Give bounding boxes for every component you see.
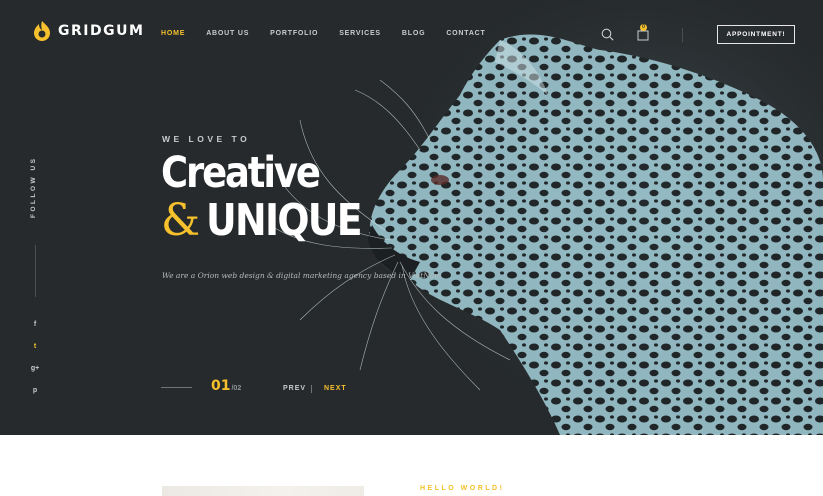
twitter-icon[interactable]: t [31, 342, 39, 350]
brand-logo[interactable]: GRIDGUM [32, 20, 144, 42]
hero-eyebrow: WE LOVE TO [162, 134, 251, 144]
header-divider [682, 28, 683, 42]
leopard-hero-image [269, 0, 823, 435]
search-icon[interactable] [601, 28, 614, 41]
google-plus-icon[interactable]: g+ [31, 364, 39, 372]
headline-line-creative: Creative [161, 148, 321, 198]
nav-item-portfolio[interactable]: PORTFOLIO [270, 30, 318, 37]
nav-item-services[interactable]: SERVICES [339, 30, 381, 37]
hero-tagline: We are a Orion web design & digital mark… [162, 271, 442, 280]
nav-item-contact[interactable]: CONTACT [446, 30, 485, 37]
nav-item-home[interactable]: HOME [161, 30, 185, 37]
hero-headline: Creative & UNIQUE [161, 148, 386, 245]
appointment-button[interactable]: APPOINTMENT! [717, 25, 795, 44]
about-image [162, 486, 364, 496]
slide-progress-line [161, 387, 192, 388]
hero-section: GRIDGUM HOME ABOUT US PORTFOLIO SERVICES… [0, 0, 823, 435]
nav-item-about-us[interactable]: ABOUT US [206, 30, 249, 37]
slide-current: 01 [211, 378, 231, 394]
hello-world-label: HELLO WORLD! [420, 485, 505, 492]
brand-name: GRIDGUM [58, 23, 145, 39]
pinterest-icon[interactable]: p [31, 386, 39, 394]
slide-counter: 01 /02 [211, 378, 241, 394]
headline-unique-word: UNIQUE [206, 195, 363, 246]
headline-line-unique: & UNIQUE [161, 197, 386, 244]
nav-item-blog[interactable]: BLOG [402, 30, 425, 37]
slider-divider [311, 385, 312, 393]
cart-count-badge: 0 [640, 24, 647, 31]
headline-ampersand: & [161, 195, 201, 246]
follow-us-label: FOLLOW US [30, 156, 37, 219]
slide-total: /02 [231, 385, 242, 392]
next-button[interactable]: NEXT [324, 385, 347, 392]
follow-divider [35, 245, 36, 297]
facebook-icon[interactable]: f [31, 320, 39, 328]
prev-button[interactable]: PREV [283, 385, 306, 392]
flame-logo-icon [34, 21, 50, 41]
main-nav: HOME ABOUT US PORTFOLIO SERVICES BLOG CO… [161, 30, 507, 37]
